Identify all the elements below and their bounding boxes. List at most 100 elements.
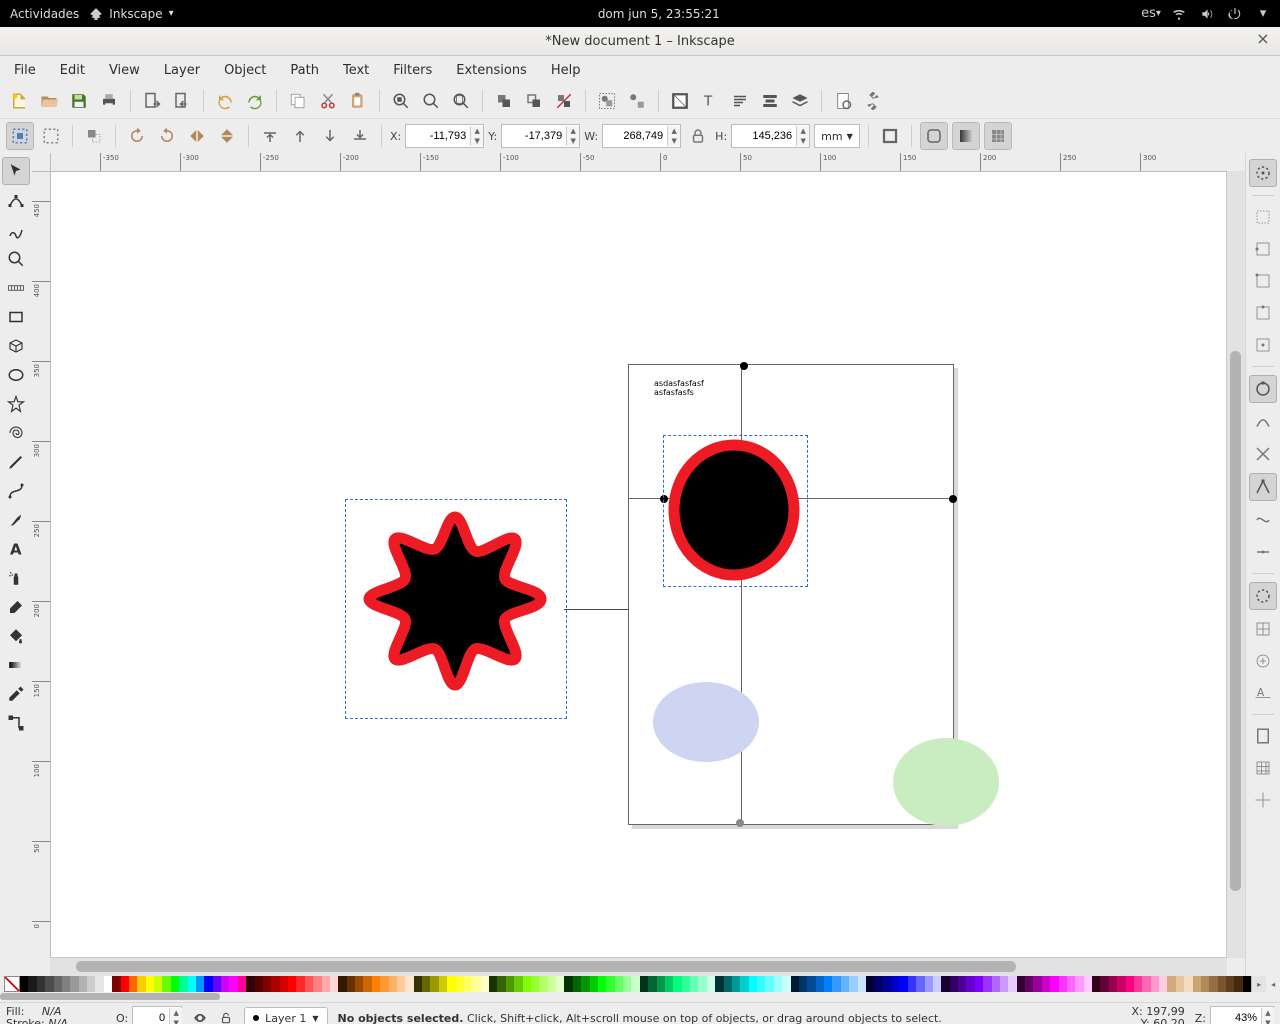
transform-pattern-button[interactable]	[984, 122, 1012, 150]
save-button[interactable]	[66, 88, 92, 114]
swatch[interactable]	[355, 976, 363, 992]
swatch[interactable]	[791, 976, 799, 992]
swatch[interactable]	[213, 976, 221, 992]
swatch[interactable]	[782, 976, 790, 992]
vertical-scrollbar[interactable]	[1226, 171, 1245, 958]
swatch[interactable]	[514, 976, 522, 992]
h-input[interactable]: ▲▼	[731, 124, 810, 148]
swatch[interactable]	[1092, 976, 1100, 992]
swatch[interactable]	[447, 976, 455, 992]
swatch[interactable]	[1084, 976, 1092, 992]
swatch[interactable]	[564, 976, 572, 992]
swatch[interactable]	[858, 976, 866, 992]
swatch[interactable]	[372, 976, 380, 992]
palette-scrollbar[interactable]	[0, 993, 220, 1000]
rotate-ccw-button[interactable]	[124, 123, 150, 149]
swatch[interactable]	[975, 976, 983, 992]
ellipse-tool[interactable]	[3, 362, 29, 388]
swatch[interactable]	[774, 976, 782, 992]
xml-editor-button[interactable]	[727, 88, 753, 114]
swatch[interactable]	[958, 976, 966, 992]
star-tool[interactable]	[3, 391, 29, 417]
swatch[interactable]	[229, 976, 237, 992]
swatch[interactable]	[37, 976, 45, 992]
x-input[interactable]: ▲▼	[405, 124, 484, 148]
zoom-page-button[interactable]	[448, 88, 474, 114]
swatch[interactable]	[673, 976, 681, 992]
snap-text-baseline[interactable]: A	[1250, 680, 1276, 706]
swatch[interactable]	[28, 976, 36, 992]
swatch[interactable]	[1176, 976, 1184, 992]
measure-tool[interactable]	[3, 275, 29, 301]
fill-stroke-button[interactable]	[667, 88, 693, 114]
text-tool[interactable]: A	[3, 536, 29, 562]
undo-button[interactable]	[212, 88, 238, 114]
swatch[interactable]	[690, 976, 698, 992]
swatch[interactable]	[707, 976, 715, 992]
swatch[interactable]	[841, 976, 849, 992]
snap-others[interactable]	[1249, 582, 1277, 610]
rectangle-tool[interactable]	[3, 304, 29, 330]
snap-page-border[interactable]	[1250, 723, 1276, 749]
spiral-tool[interactable]	[3, 420, 29, 446]
swatch[interactable]	[665, 976, 673, 992]
guide-anchor[interactable]	[740, 362, 748, 370]
y-input[interactable]: ▲▼	[501, 124, 580, 148]
tweak-tool[interactable]	[3, 217, 29, 243]
snap-smooth[interactable]	[1250, 507, 1276, 533]
menu-edit[interactable]: Edit	[50, 59, 95, 82]
copy-button[interactable]	[285, 88, 311, 114]
layer-lock-toggle[interactable]	[218, 1010, 234, 1024]
swatch[interactable]	[1134, 976, 1142, 992]
swatch[interactable]	[263, 976, 271, 992]
menu-layer[interactable]: Layer	[154, 59, 210, 82]
zoom-selection-button[interactable]	[388, 88, 414, 114]
swatch[interactable]	[405, 976, 413, 992]
swatch[interactable]	[816, 976, 824, 992]
selector-tool[interactable]	[2, 157, 30, 185]
swatch[interactable]	[313, 976, 321, 992]
swatch[interactable]	[246, 976, 254, 992]
swatch[interactable]	[807, 976, 815, 992]
swatch[interactable]	[255, 976, 263, 992]
swatch[interactable]	[1159, 976, 1167, 992]
swatch[interactable]	[188, 976, 196, 992]
swatch[interactable]	[1017, 976, 1025, 992]
swatch[interactable]	[556, 976, 564, 992]
raise-top-button[interactable]	[257, 123, 283, 149]
swatch[interactable]	[925, 976, 933, 992]
swatch[interactable]	[414, 976, 422, 992]
menu-path[interactable]: Path	[280, 59, 329, 82]
guide-anchor[interactable]	[949, 495, 957, 503]
text-dialog-button[interactable]: T	[697, 88, 723, 114]
cut-button[interactable]	[315, 88, 341, 114]
flip-vertical-button[interactable]	[214, 123, 240, 149]
select-all-layers-button[interactable]	[6, 122, 34, 150]
menu-extensions[interactable]: Extensions	[446, 59, 537, 82]
swatch[interactable]	[1100, 976, 1108, 992]
swatch[interactable]	[1008, 976, 1016, 992]
swatch[interactable]	[87, 976, 95, 992]
raise-button[interactable]	[287, 123, 313, 149]
swatch[interactable]	[95, 976, 103, 992]
dropper-tool[interactable]	[3, 681, 29, 707]
layer-select[interactable]: Layer 1▼	[244, 1007, 327, 1024]
swatch[interactable]	[1234, 976, 1242, 992]
swatch[interactable]	[62, 976, 70, 992]
swatch[interactable]	[682, 976, 690, 992]
menu-view[interactable]: View	[99, 59, 150, 82]
swatch[interactable]	[849, 976, 857, 992]
opacity-input[interactable]: ▲▼	[132, 1006, 182, 1024]
swatch[interactable]	[1167, 976, 1175, 992]
swatch[interactable]	[204, 976, 212, 992]
swatch[interactable]	[347, 976, 355, 992]
export-button[interactable]	[169, 88, 195, 114]
swatch[interactable]	[179, 976, 187, 992]
snap-intersection[interactable]	[1250, 441, 1276, 467]
color-palette[interactable]: ▸◂	[0, 976, 1280, 992]
star-object[interactable]	[348, 502, 562, 716]
system-menu-arrow[interactable]: ▾	[1256, 7, 1270, 21]
swatch[interactable]	[338, 976, 346, 992]
swatch[interactable]	[221, 976, 229, 992]
swatch[interactable]	[171, 976, 179, 992]
